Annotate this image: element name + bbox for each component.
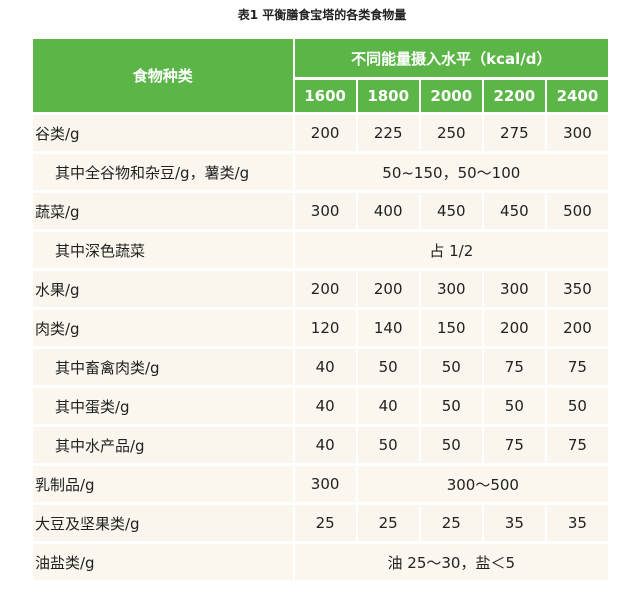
header-food-type: 食物种类 xyxy=(33,39,293,112)
table-cell: 25 xyxy=(357,505,419,541)
table-row: 蔬菜/g 300 400 450 450 500 xyxy=(33,193,608,229)
row-label: 其中深色蔬菜 xyxy=(33,232,293,268)
table-cell: 300 xyxy=(483,271,545,307)
table-cell: 40 xyxy=(294,349,356,385)
table-row: 谷类/g 200 225 250 275 300 xyxy=(33,115,608,151)
table-cell: 140 xyxy=(357,310,419,346)
table-cell: 25 xyxy=(294,505,356,541)
table-cell: 350 xyxy=(546,271,608,307)
table-cell: 200 xyxy=(357,271,419,307)
table-row: 其中蛋类/g 40 40 50 50 50 xyxy=(33,388,608,424)
table-cell: 40 xyxy=(357,388,419,424)
table-cell: 300 xyxy=(420,271,482,307)
table-row: 其中畜禽肉类/g 40 50 50 75 75 xyxy=(33,349,608,385)
table-row: 乳制品/g 300 300～500 xyxy=(33,466,608,502)
table-cell: 450 xyxy=(483,193,545,229)
table-cell: 50 xyxy=(357,349,419,385)
table-row: 油盐类/g 油 25～30，盐＜5 xyxy=(33,544,608,580)
table-cell: 200 xyxy=(294,271,356,307)
merged-cell: 300～500 xyxy=(357,466,608,502)
table-cell: 120 xyxy=(294,310,356,346)
table-cell: 300 xyxy=(294,466,356,502)
merged-cell: 油 25～30，盐＜5 xyxy=(294,544,608,580)
table-cell: 75 xyxy=(483,349,545,385)
row-label: 乳制品/g xyxy=(33,466,293,502)
row-label: 水果/g xyxy=(33,271,293,307)
food-quantity-table: 食物种类 不同能量摄入水平（kcal/d） 1600 1800 2000 220… xyxy=(31,36,610,583)
table-cell: 200 xyxy=(546,310,608,346)
header-kcal-1800: 1800 xyxy=(357,80,419,112)
table-cell: 75 xyxy=(546,427,608,463)
table-cell: 35 xyxy=(483,505,545,541)
table-cell: 50 xyxy=(546,388,608,424)
table-cell: 40 xyxy=(294,388,356,424)
row-label: 肉类/g xyxy=(33,310,293,346)
table-row: 其中深色蔬菜 占 1/2 xyxy=(33,232,608,268)
table-cell: 200 xyxy=(294,115,356,151)
table-cell: 450 xyxy=(420,193,482,229)
header-energy-level-group: 不同能量摄入水平（kcal/d） xyxy=(294,39,608,77)
table-cell: 35 xyxy=(546,505,608,541)
table-cell: 300 xyxy=(294,193,356,229)
table-cell: 50 xyxy=(420,388,482,424)
row-label: 其中水产品/g xyxy=(33,427,293,463)
row-label: 谷类/g xyxy=(33,115,293,151)
table-cell: 400 xyxy=(357,193,419,229)
table-row: 水果/g 200 200 300 300 350 xyxy=(33,271,608,307)
header-kcal-1600: 1600 xyxy=(294,80,356,112)
table-cell: 50 xyxy=(357,427,419,463)
table-cell: 50 xyxy=(420,427,482,463)
table-cell: 275 xyxy=(483,115,545,151)
table-row: 其中全谷物和杂豆/g，薯类/g 50~150，50～100 xyxy=(33,154,608,190)
table-cell: 25 xyxy=(420,505,482,541)
table-caption: 表1 平衡膳食宝塔的各类食物量 xyxy=(237,8,407,22)
table-cell: 75 xyxy=(483,427,545,463)
row-label: 其中蛋类/g xyxy=(33,388,293,424)
table-cell: 250 xyxy=(420,115,482,151)
table-cell: 200 xyxy=(483,310,545,346)
header-kcal-2400: 2400 xyxy=(546,80,608,112)
table-cell: 50 xyxy=(483,388,545,424)
table-cell: 150 xyxy=(420,310,482,346)
table-cell: 300 xyxy=(546,115,608,151)
row-label: 蔬菜/g xyxy=(33,193,293,229)
table-row: 其中水产品/g 40 50 50 75 75 xyxy=(33,427,608,463)
table-cell: 225 xyxy=(357,115,419,151)
merged-cell: 占 1/2 xyxy=(294,232,608,268)
table-row: 肉类/g 120 140 150 200 200 xyxy=(33,310,608,346)
table-cell: 75 xyxy=(546,349,608,385)
row-label: 大豆及坚果类/g xyxy=(33,505,293,541)
table-cell: 50 xyxy=(420,349,482,385)
header-kcal-2200: 2200 xyxy=(483,80,545,112)
table-cell: 40 xyxy=(294,427,356,463)
row-label: 其中全谷物和杂豆/g，薯类/g xyxy=(33,154,293,190)
row-label: 油盐类/g xyxy=(33,544,293,580)
merged-cell: 50~150，50～100 xyxy=(294,154,608,190)
row-label: 其中畜禽肉类/g xyxy=(33,349,293,385)
table-row: 大豆及坚果类/g 25 25 25 35 35 xyxy=(33,505,608,541)
header-kcal-2000: 2000 xyxy=(420,80,482,112)
table-cell: 500 xyxy=(546,193,608,229)
